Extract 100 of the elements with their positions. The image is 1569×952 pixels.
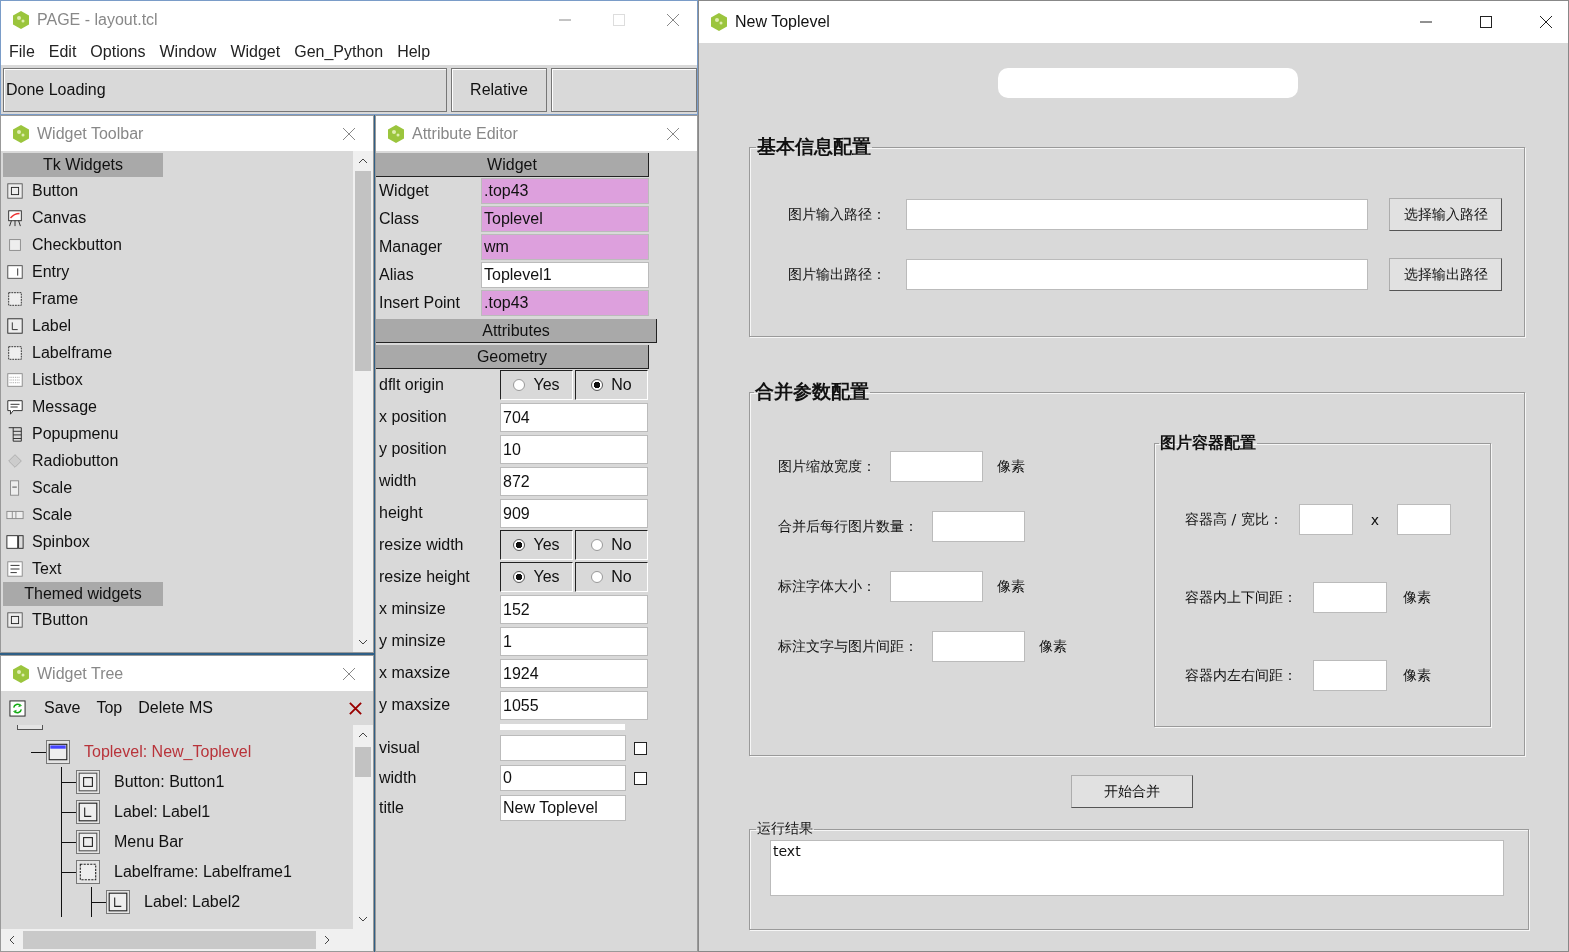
checkbox[interactable] [634,771,647,785]
toolbar-button[interactable]: Delete MS [132,699,219,717]
menu-item[interactable]: Help [397,43,431,61]
toolbox-item[interactable]: Scale [32,478,73,497]
tree-node[interactable]: Menu Bar [114,833,184,851]
group-title: 合并参数配置 [754,379,870,404]
attribute-field[interactable]: 704 [500,402,648,432]
attribute-field[interactable]: 872 [500,466,648,496]
attribute-label: title [378,799,405,817]
radio-circle[interactable] [513,571,526,583]
tree-node[interactable]: Label: Label1 [114,803,211,821]
input-field[interactable] [906,259,1368,290]
vertical-scrollbar[interactable] [353,151,373,652]
scrollbar-thumb[interactable] [355,747,371,777]
menu-item[interactable]: Widget [230,43,281,61]
radio-circle[interactable] [513,539,526,551]
input-field[interactable] [1396,504,1451,535]
toolbox-item[interactable]: Popupmenu [32,424,119,443]
radio-label[interactable]: No [611,536,632,554]
attribute-field[interactable]: New Toplevel [500,795,626,821]
toolbox-item[interactable]: Text [32,559,62,578]
input-field[interactable] [932,511,1025,542]
radio-label[interactable]: No [611,568,632,586]
window-icon[interactable] [46,740,70,764]
diamond-icon [6,451,24,470]
corner-square-icon[interactable] [106,890,130,914]
menu-item[interactable]: Edit [48,43,77,61]
checkbox[interactable] [634,741,647,755]
scrollbar-thumb[interactable] [23,931,316,949]
status-label: Done Loading [3,68,447,112]
attribute-label: resize width [378,536,465,554]
refresh-icon[interactable] [9,699,26,717]
maximize-icon[interactable] [1478,14,1494,30]
attribute-field[interactable]: Toplevel [481,206,649,232]
attribute-field[interactable]: Toplevel1 [481,262,649,288]
input-field[interactable] [1313,660,1387,691]
attribute-label: x position [378,408,448,426]
attribute-label: visual [378,739,421,757]
input-field[interactable] [890,571,983,602]
scrollbar-thumb[interactable] [355,171,371,371]
toolbox-item[interactable]: Button [32,181,79,200]
attribute-field[interactable] [500,735,626,761]
output-text-area[interactable]: text [770,840,1504,896]
menu-item[interactable]: File [9,43,35,61]
attribute-field[interactable]: 152 [500,594,648,624]
input-field[interactable] [1313,582,1387,613]
attribute-field[interactable]: wm [481,234,649,260]
toolbox-item[interactable]: Label [32,316,72,335]
tree-node[interactable]: Toplevel: New_Toplevel [84,743,252,761]
toolbar-button[interactable]: Top [90,699,129,717]
close-icon[interactable] [348,700,363,716]
menu-item[interactable]: Gen_Python [294,43,384,61]
input-field[interactable] [906,199,1368,230]
radio-circle[interactable] [591,379,604,391]
toolbox-item[interactable]: Spinbox [32,532,90,551]
square-icon[interactable] [76,770,100,794]
toolbox-item[interactable]: Scale [32,505,73,524]
toolbox-item[interactable]: Canvas [32,208,87,227]
menu-item[interactable]: Window [159,43,217,61]
attribute-field[interactable]: .top43 [481,290,649,316]
close-icon[interactable] [1538,14,1554,30]
section-header[interactable]: Attributes [376,319,657,343]
radio-label[interactable]: No [611,376,632,394]
start-button[interactable]: 开始合并 [1071,775,1193,808]
browse-button[interactable]: 选择输入路径 [1389,198,1502,231]
toolbox-item[interactable]: Message [32,397,97,416]
browse-button[interactable]: 选择输出路径 [1389,258,1502,291]
attribute-field[interactable]: 1055 [500,690,648,720]
vertical-scrollbar[interactable] [353,725,373,929]
input-field[interactable] [890,451,983,482]
input-field[interactable] [1298,504,1353,535]
radio-circle[interactable] [591,539,604,551]
radio-circle[interactable] [513,379,526,391]
toolbox-item[interactable]: Entry [32,262,70,281]
tree-node[interactable]: Button: Button1 [114,773,225,791]
menu-item[interactable]: Options [90,43,146,61]
corner-square-icon[interactable] [76,800,100,824]
attribute-field[interactable]: 909 [500,498,648,528]
attribute-field[interactable]: 1 [500,626,648,656]
tree-node[interactable]: Label: Label2 [144,893,241,911]
attribute-field[interactable]: 10 [500,434,648,464]
tree-node[interactable]: Labelframe: Labelframe1 [114,863,292,881]
window-title: PAGE - layout.tcl [37,11,158,29]
toolbox-item[interactable]: Checkbutton [32,235,122,254]
field-label: 图片缩放宽度： [778,457,876,476]
toolbox-item[interactable]: Labelframe [32,343,113,362]
mode-button[interactable]: Relative [451,68,547,112]
toolbox-item[interactable]: Listbox [32,370,83,389]
attribute-field[interactable]: 1924 [500,658,648,688]
toolbox-item[interactable]: Frame [32,289,79,308]
input-field[interactable] [932,631,1025,662]
attribute-field[interactable]: 0 [500,765,626,791]
attribute-field[interactable]: .top43 [481,178,649,204]
horizontal-scrollbar[interactable] [1,929,373,951]
radio-circle[interactable] [591,571,604,583]
toolbar-button[interactable]: Save [38,699,87,717]
dashed-square-icon[interactable] [76,860,100,884]
square-icon[interactable] [76,830,100,854]
toolbox-item[interactable]: TButton [32,610,89,629]
toolbox-item[interactable]: Radiobutton [32,451,119,470]
